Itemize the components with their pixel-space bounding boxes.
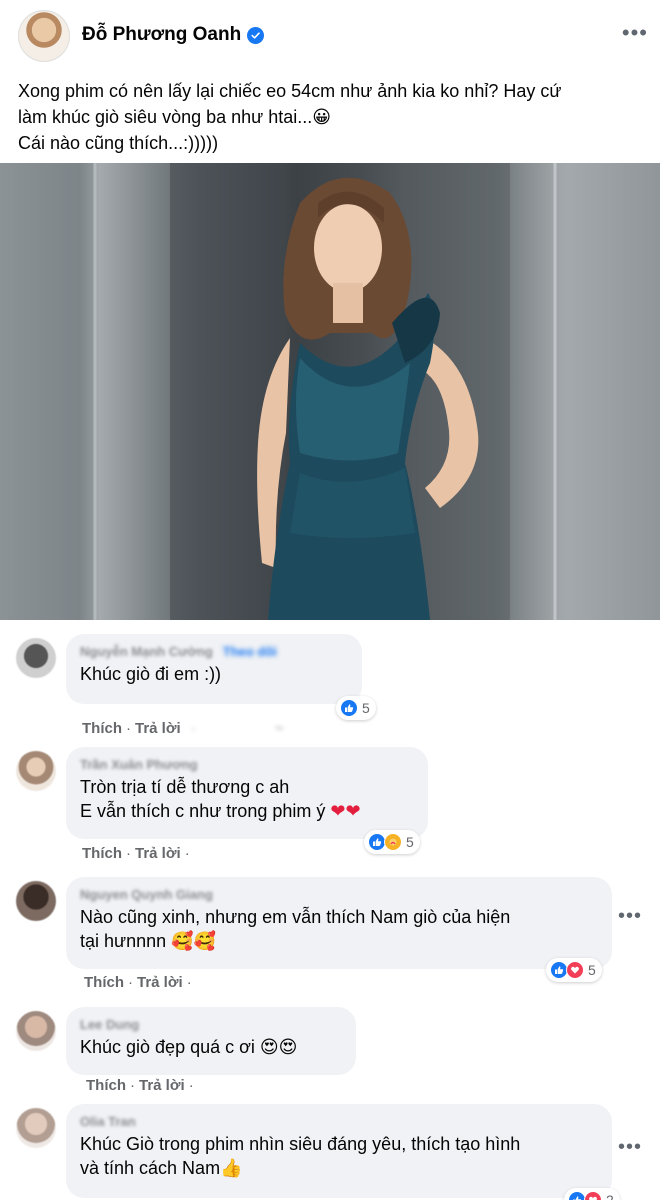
comment-text: tại hưnnnn 🥰🥰 — [80, 931, 216, 951]
commenter-avatar[interactable] — [16, 881, 56, 921]
commenter-avatar[interactable] — [16, 751, 56, 791]
comment-bubble: Trần Xuân Phương Tròn trịa tí dễ thương … — [66, 747, 428, 839]
commenter-name[interactable]: Olia Tran — [80, 1114, 598, 1132]
reaction-count: 2 — [606, 1192, 614, 1200]
reaction-summary[interactable]: 5 — [336, 696, 376, 720]
comment-text-line: E vẫn thích c như trong phim ý ❤❤ — [80, 801, 361, 821]
author-name[interactable]: Đỗ Phương Oanh — [82, 24, 241, 46]
comment-actions: Thích · Trả lời · — [84, 974, 192, 991]
comment-bubble: Lee Dung Khúc giò đẹp quá c ơi 😍😍 — [66, 1007, 356, 1075]
timestamp[interactable]: · ~ — [191, 720, 284, 737]
care-reaction-icon — [384, 833, 402, 851]
commenter-avatar[interactable] — [16, 1011, 56, 1051]
like-reaction-icon — [340, 699, 358, 717]
comment-bubble: Nguyen Quynh Giang Nào cũng xinh, nhưng … — [66, 877, 612, 969]
reply-link[interactable]: Trả lời — [135, 720, 181, 737]
author-avatar[interactable] — [18, 10, 70, 62]
comment-actions: Thích · Trả lời · — [86, 1077, 194, 1094]
commenter-name[interactable]: Trần Xuân Phương — [80, 757, 414, 775]
post-text: Xong phim có nên lấy lại chiếc eo 54cm n… — [18, 78, 643, 156]
commenter-name-text[interactable]: Nguyễn Mạnh Cường — [80, 644, 213, 659]
photo-illustration — [0, 163, 660, 620]
like-link[interactable]: Thích — [86, 1077, 126, 1094]
reaction-summary[interactable]: 5 — [364, 830, 420, 854]
comment-text: E vẫn thích c như trong phim ý ❤❤ — [80, 799, 414, 823]
comment-more-options-icon[interactable]: ••• — [618, 1136, 642, 1159]
comment-text: Khúc Giò trong phim nhìn siêu đáng yêu, … — [80, 1134, 521, 1154]
comments-section: Nguyễn Mạnh Cường Theo dõi Khúc giò đi em… — [0, 620, 660, 1200]
reply-link[interactable]: Trả lời — [137, 974, 183, 991]
comment-more-options-icon[interactable]: ••• — [618, 905, 642, 928]
reaction-summary[interactable]: 2 — [564, 1188, 620, 1200]
like-link[interactable]: Thích — [84, 974, 124, 991]
more-options-icon[interactable]: ••• — [622, 22, 648, 44]
reaction-summary[interactable]: 5 — [546, 958, 602, 982]
comment-text: và tính cách Nam👍 — [80, 1158, 243, 1178]
post: Đỗ Phương Oanh ••• Xong phim có nên lấy … — [0, 0, 660, 620]
love-reaction-icon — [584, 1191, 602, 1200]
comment-text: Tròn trịa tí dễ thương c ah — [80, 777, 290, 797]
post-text-line: Xong phim có nên lấy lại chiếc eo 54cm n… — [18, 81, 562, 101]
reply-link[interactable]: Trả lời — [139, 1077, 185, 1094]
follow-link[interactable]: Theo dõi — [223, 644, 277, 659]
comment-actions: Thích · Trả lời · ~ — [82, 720, 284, 737]
comment-text: Khúc giò đi em :)) — [80, 664, 222, 684]
reaction-count: 5 — [406, 834, 414, 850]
commenter-name[interactable]: Lee Dung — [80, 1017, 342, 1035]
like-link[interactable]: Thích — [82, 720, 122, 737]
post-text-line: Cái nào cũng thích...:))))) — [18, 133, 219, 153]
comment-text: Nào cũng xinh, nhưng em vẫn thích Nam gi… — [80, 907, 511, 927]
verified-badge-icon — [247, 26, 265, 44]
author-name-row[interactable]: Đỗ Phương Oanh — [82, 24, 265, 46]
comment-text: Khúc giò đẹp quá c ơi 😍😍 — [80, 1037, 298, 1057]
post-header: Đỗ Phương Oanh ••• — [18, 10, 648, 64]
like-link[interactable]: Thích — [82, 845, 122, 862]
reply-link[interactable]: Trả lời — [135, 845, 181, 862]
comment-bubble: Olia Tran Khúc Giò trong phim nhìn siêu … — [66, 1104, 612, 1198]
commenter-name[interactable]: Nguyễn Mạnh Cường Theo dõi — [80, 644, 348, 662]
comment-bubble: Nguyễn Mạnh Cường Theo dõi Khúc giò đi em… — [66, 634, 362, 704]
commenter-avatar[interactable] — [16, 638, 56, 678]
post-text-line: làm khúc giò siêu vòng ba như htai...😀 — [18, 107, 331, 127]
commenter-avatar[interactable] — [16, 1108, 56, 1148]
love-reaction-icon — [566, 961, 584, 979]
post-photo[interactable] — [0, 163, 660, 620]
comment-actions: Thích · Trả lời · — [82, 845, 190, 862]
commenter-name[interactable]: Nguyen Quynh Giang — [80, 887, 598, 905]
reaction-count: 5 — [588, 962, 596, 978]
reaction-count: 5 — [362, 700, 370, 716]
